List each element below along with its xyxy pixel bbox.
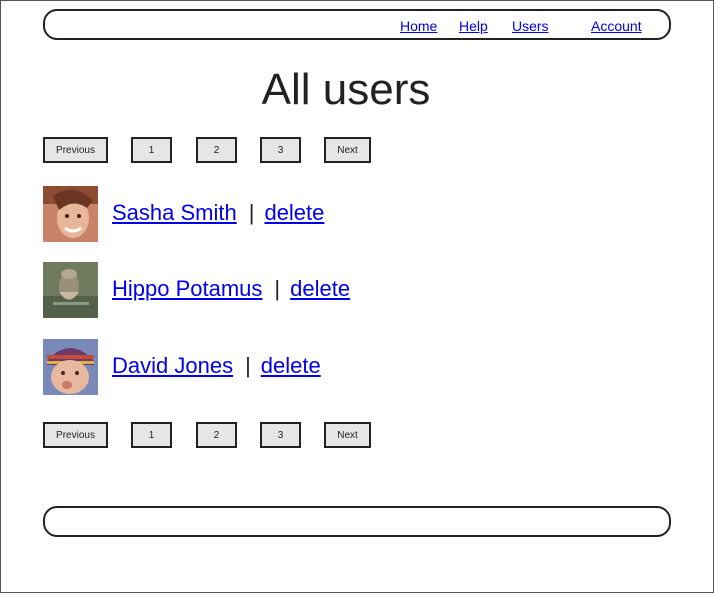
pagination-page-1-button[interactable]: 1 [131,137,172,163]
pagination-page-1-button[interactable]: 1 [131,422,172,448]
avatar-image [43,262,98,318]
nav-help-link[interactable]: Help [459,18,488,34]
footer-bar [43,506,671,537]
pagination-top: Previous 1 2 3 Next [43,137,373,163]
delete-user-link[interactable]: delete [290,276,350,301]
user-list-item: Hippo Potamus | delete [43,262,443,320]
user-name-link[interactable]: Hippo Potamus [112,276,262,301]
avatar[interactable] [43,186,98,242]
user-name-link[interactable]: David Jones [112,353,233,378]
avatar[interactable] [43,262,98,318]
user-name-link[interactable]: Sasha Smith [112,200,237,225]
separator: | [248,200,255,225]
page-title: All users [261,65,431,114]
pagination-page-3-button[interactable]: 3 [260,422,301,448]
header-bar: Home Help Users Account [43,9,671,40]
pagination-page-3-button[interactable]: 3 [260,137,301,163]
avatar[interactable] [43,339,98,395]
separator: | [245,353,251,378]
pagination-page-2-button[interactable]: 2 [196,137,237,163]
pagination-previous-button[interactable]: Previous [43,422,108,448]
nav-home-link[interactable]: Home [400,18,437,34]
pagination-next-button[interactable]: Next [324,137,371,163]
nav-account-link[interactable]: Account [591,18,642,34]
pagination-bottom: Previous 1 2 3 Next [43,422,373,448]
pagination-previous-button[interactable]: Previous [43,137,108,163]
avatar-image [43,186,98,242]
separator: | [274,276,281,301]
page-frame: Home Help Users Account All users Previo… [0,0,714,593]
user-list-item: Sasha Smith | delete [43,186,443,244]
delete-user-link[interactable]: delete [261,353,321,378]
pagination-page-2-button[interactable]: 2 [196,422,237,448]
user-list-item: David Jones | delete [43,339,443,397]
pagination-next-button[interactable]: Next [324,422,371,448]
delete-user-link[interactable]: delete [264,200,324,225]
avatar-image [43,339,98,395]
nav-users-link[interactable]: Users [512,18,549,34]
